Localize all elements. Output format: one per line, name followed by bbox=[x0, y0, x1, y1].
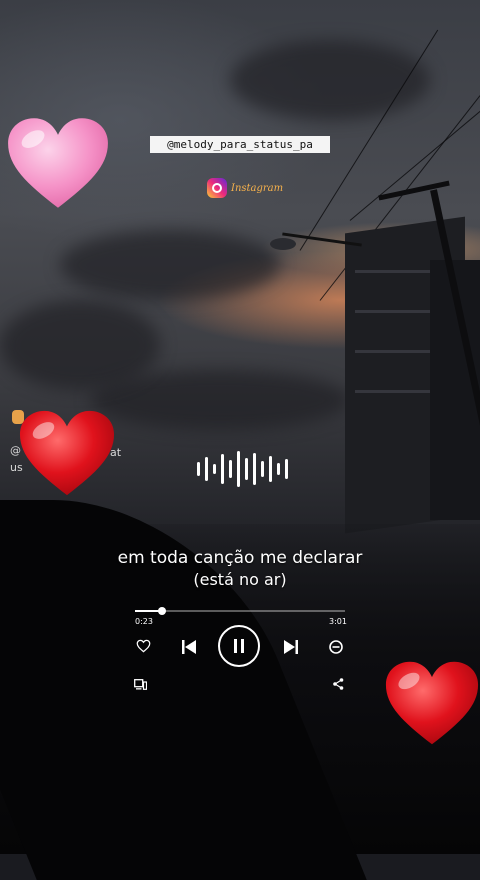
share-button[interactable] bbox=[331, 677, 345, 691]
cloud bbox=[60, 230, 280, 300]
audio-waveform-icon bbox=[197, 449, 288, 489]
minus-circle-icon bbox=[329, 640, 343, 654]
lyric-line: em toda canção me declarar bbox=[117, 548, 363, 568]
cloud bbox=[0, 300, 160, 390]
like-button[interactable] bbox=[134, 638, 152, 654]
instagram-icon bbox=[207, 178, 227, 198]
instagram-badge: Instagram bbox=[207, 178, 283, 198]
pause-icon bbox=[234, 639, 244, 653]
pause-button[interactable] bbox=[218, 625, 260, 667]
skip-previous-icon bbox=[182, 640, 196, 654]
remove-button[interactable] bbox=[327, 638, 345, 656]
skip-next-icon bbox=[284, 640, 298, 654]
progress-knob[interactable] bbox=[157, 607, 166, 615]
heart-outline-icon bbox=[136, 639, 150, 653]
instagram-label: Instagram bbox=[231, 182, 284, 194]
total-duration: 3:01 bbox=[329, 617, 347, 626]
progress-bar[interactable] bbox=[135, 607, 345, 615]
next-button[interactable] bbox=[282, 638, 300, 656]
street-lamp bbox=[270, 238, 296, 250]
share-icon bbox=[332, 678, 343, 690]
devices-button[interactable] bbox=[132, 677, 148, 691]
elapsed-time: 0:23 bbox=[135, 617, 153, 626]
heart-sticker-red bbox=[19, 410, 115, 496]
handle-tag: @melody_para_status_pa bbox=[150, 136, 330, 153]
devices-icon bbox=[133, 678, 147, 690]
previous-button[interactable] bbox=[180, 638, 198, 656]
heart-sticker-pink bbox=[8, 118, 108, 208]
lyric-line: (está no ar) bbox=[193, 570, 287, 589]
heart-sticker-red bbox=[385, 661, 479, 745]
cloud bbox=[230, 40, 430, 120]
